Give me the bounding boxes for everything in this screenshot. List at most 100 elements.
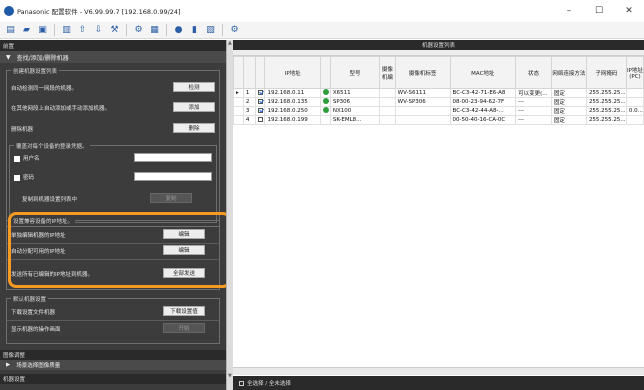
- username-checkbox[interactable]: [14, 155, 20, 162]
- row-ip: 192.168.0.135: [264, 97, 321, 107]
- window-icon[interactable]: ▧: [204, 24, 217, 37]
- table-row[interactable]: 3 192.168.0.250 NX100 BC-C3-42-44-A8-... ---…: [233, 106, 644, 116]
- row-select-checkbox[interactable]: [257, 107, 263, 113]
- row-checkbox[interactable]: [254, 106, 266, 116]
- row-checkbox[interactable]: [254, 88, 266, 98]
- row-status-dot: [319, 97, 331, 107]
- row-mask: 255.255.25...: [585, 106, 627, 116]
- status-ok-icon: [322, 107, 329, 113]
- row-checkbox[interactable]: [254, 115, 266, 125]
- device-icon[interactable]: ▮: [188, 24, 201, 37]
- download-settings-button[interactable]: 下载设置值: [163, 306, 205, 316]
- add-button[interactable]: 添加: [173, 102, 215, 112]
- row-arrow: ▸: [233, 88, 244, 98]
- detect-button[interactable]: 检测: [173, 82, 215, 92]
- row-arrow: [233, 97, 244, 107]
- row-mac: BC-C3-42-44-A8-...: [449, 106, 517, 116]
- options-gear-icon[interactable]: ⚙: [228, 24, 241, 37]
- nav-find-add-delete[interactable]: ▼ 查找/添加/删除机器: [0, 51, 226, 63]
- col-camera-label[interactable]: 摄像机标签: [394, 56, 451, 89]
- col-pc-ip[interactable]: IP地址(PC): [625, 56, 644, 89]
- row-status-dot: [319, 88, 331, 98]
- delete-button[interactable]: 删除: [173, 123, 215, 133]
- title-bar: Panasonic 配置软件 - V6.99.99.7 [192.168.0.9…: [0, 0, 644, 22]
- default-settings-group: 默认机器设置 下载设置文件机器 下载设置值 显示机器的操作画面 开始: [6, 295, 220, 344]
- row-mask: 255.255.25...: [585, 97, 627, 107]
- col-model[interactable]: 型号: [329, 56, 381, 89]
- close-button[interactable]: ✕: [614, 0, 644, 22]
- table-row[interactable]: 4 192.168.0.199 SK-EML8... 00-50-40-16-CA-0…: [233, 115, 644, 125]
- password-input[interactable]: [134, 172, 212, 181]
- col-arrow: [233, 56, 244, 89]
- new-file-icon[interactable]: ▤: [4, 24, 17, 37]
- row-select-checkbox[interactable]: [257, 116, 263, 122]
- highlight-box: [8, 212, 231, 288]
- machine-settings-section[interactable]: 机器设置: [0, 374, 226, 384]
- row-camera-label: [394, 115, 451, 125]
- row-state: ---: [515, 115, 552, 125]
- row-camera-id: [379, 97, 396, 107]
- scene-quality-item[interactable]: ▶ 场景选择图像质量: [0, 360, 226, 370]
- password-checkbox[interactable]: [14, 174, 20, 181]
- user-icon[interactable]: ●: [172, 24, 185, 37]
- row-model: NX100: [329, 106, 381, 116]
- table-row[interactable]: 2 192.168.0.135 SP306 WV-SP306 08-00-23-94-6…: [233, 97, 644, 107]
- open-folder-icon[interactable]: ▰: [20, 24, 33, 37]
- save-icon[interactable]: ▣: [36, 24, 49, 37]
- col-ip[interactable]: IP地址: [264, 56, 321, 89]
- image-adjust-section[interactable]: 图像调整: [0, 350, 226, 360]
- group-title-default: 默认机器设置: [11, 295, 49, 303]
- col-mac[interactable]: MAC地址: [449, 56, 517, 89]
- row-camera-label: WV-S6111: [394, 88, 451, 98]
- row-camera-id: [379, 115, 396, 125]
- select-all-checkbox[interactable]: [239, 380, 244, 386]
- col-state[interactable]: 状态: [515, 56, 552, 89]
- tools-icon[interactable]: ⚒: [108, 24, 121, 37]
- expand-triangle-icon: ▶: [6, 362, 11, 368]
- row-number: 4: [242, 115, 256, 125]
- row-ip: 192.168.0.250: [264, 106, 321, 116]
- password-label: 密码: [14, 173, 34, 181]
- row-method: 固定: [550, 115, 587, 125]
- scroll-down-icon[interactable]: ▼: [228, 373, 232, 379]
- status-bar: 全选择 / 全未选择: [233, 376, 644, 390]
- group-title-machine-list: 创建机器设置列表: [11, 67, 60, 75]
- row-state: 可以变更(...: [515, 88, 552, 98]
- status-ok-icon: [322, 98, 329, 104]
- collapse-triangle-icon: ▼: [6, 53, 11, 61]
- copy-button[interactable]: 复制: [150, 193, 192, 203]
- minimize-button[interactable]: –: [554, 0, 584, 22]
- row-method: 固定: [550, 97, 587, 107]
- horizontal-scrollbar[interactable]: [233, 367, 644, 375]
- col-method[interactable]: 网络连接方法: [550, 56, 587, 89]
- row-number: 3: [242, 106, 256, 116]
- nav-title: 查找/添加/删除机器: [16, 54, 69, 62]
- row-mask: 255.255.25...: [585, 115, 627, 125]
- row-camera-id: [379, 106, 396, 116]
- copy-label: 复制到机器设置列表中: [22, 197, 78, 203]
- window-title: Panasonic 配置软件 - V6.99.99.7 [192.168.0.9…: [17, 8, 181, 16]
- row-arrow: [233, 106, 244, 116]
- row-arrow: [233, 115, 244, 125]
- username-input[interactable]: [134, 153, 212, 162]
- row-select-checkbox[interactable]: [257, 98, 263, 104]
- document-icon[interactable]: ▥: [60, 24, 73, 37]
- operation-screen-label: 显示机器的操作画面: [11, 327, 61, 333]
- right-panel: 机器设置列表 IP地址 型号 摄像机编 摄像机标签 MAC地址 状态 网络连接方…: [233, 40, 644, 390]
- settings-gear-icon[interactable]: ⚙: [132, 24, 145, 37]
- download-icon[interactable]: ⇩: [92, 24, 105, 37]
- col-camera-id[interactable]: 摄像机编: [379, 56, 396, 89]
- col-checkbox: [254, 56, 266, 89]
- pane-splitter[interactable]: ▲ ▼: [226, 40, 233, 390]
- maximize-button[interactable]: ☐: [584, 0, 614, 22]
- table-row[interactable]: ▸ 1 192.168.0.11 X6511 WV-S6111 BC-C3-42-71-E…: [233, 88, 644, 98]
- row-select-checkbox[interactable]: [257, 89, 263, 95]
- report-icon[interactable]: ▦: [148, 24, 161, 37]
- left-panel-header: 前置: [0, 40, 226, 51]
- upload-icon[interactable]: ⇧: [76, 24, 89, 37]
- add-label: 在其他网段上自动添加或手动添加机器。: [11, 106, 111, 112]
- start-button[interactable]: 开始: [163, 323, 205, 333]
- col-mask[interactable]: 子网掩码: [585, 56, 627, 89]
- scroll-up-icon[interactable]: ▲: [228, 40, 232, 46]
- row-checkbox[interactable]: [254, 97, 266, 107]
